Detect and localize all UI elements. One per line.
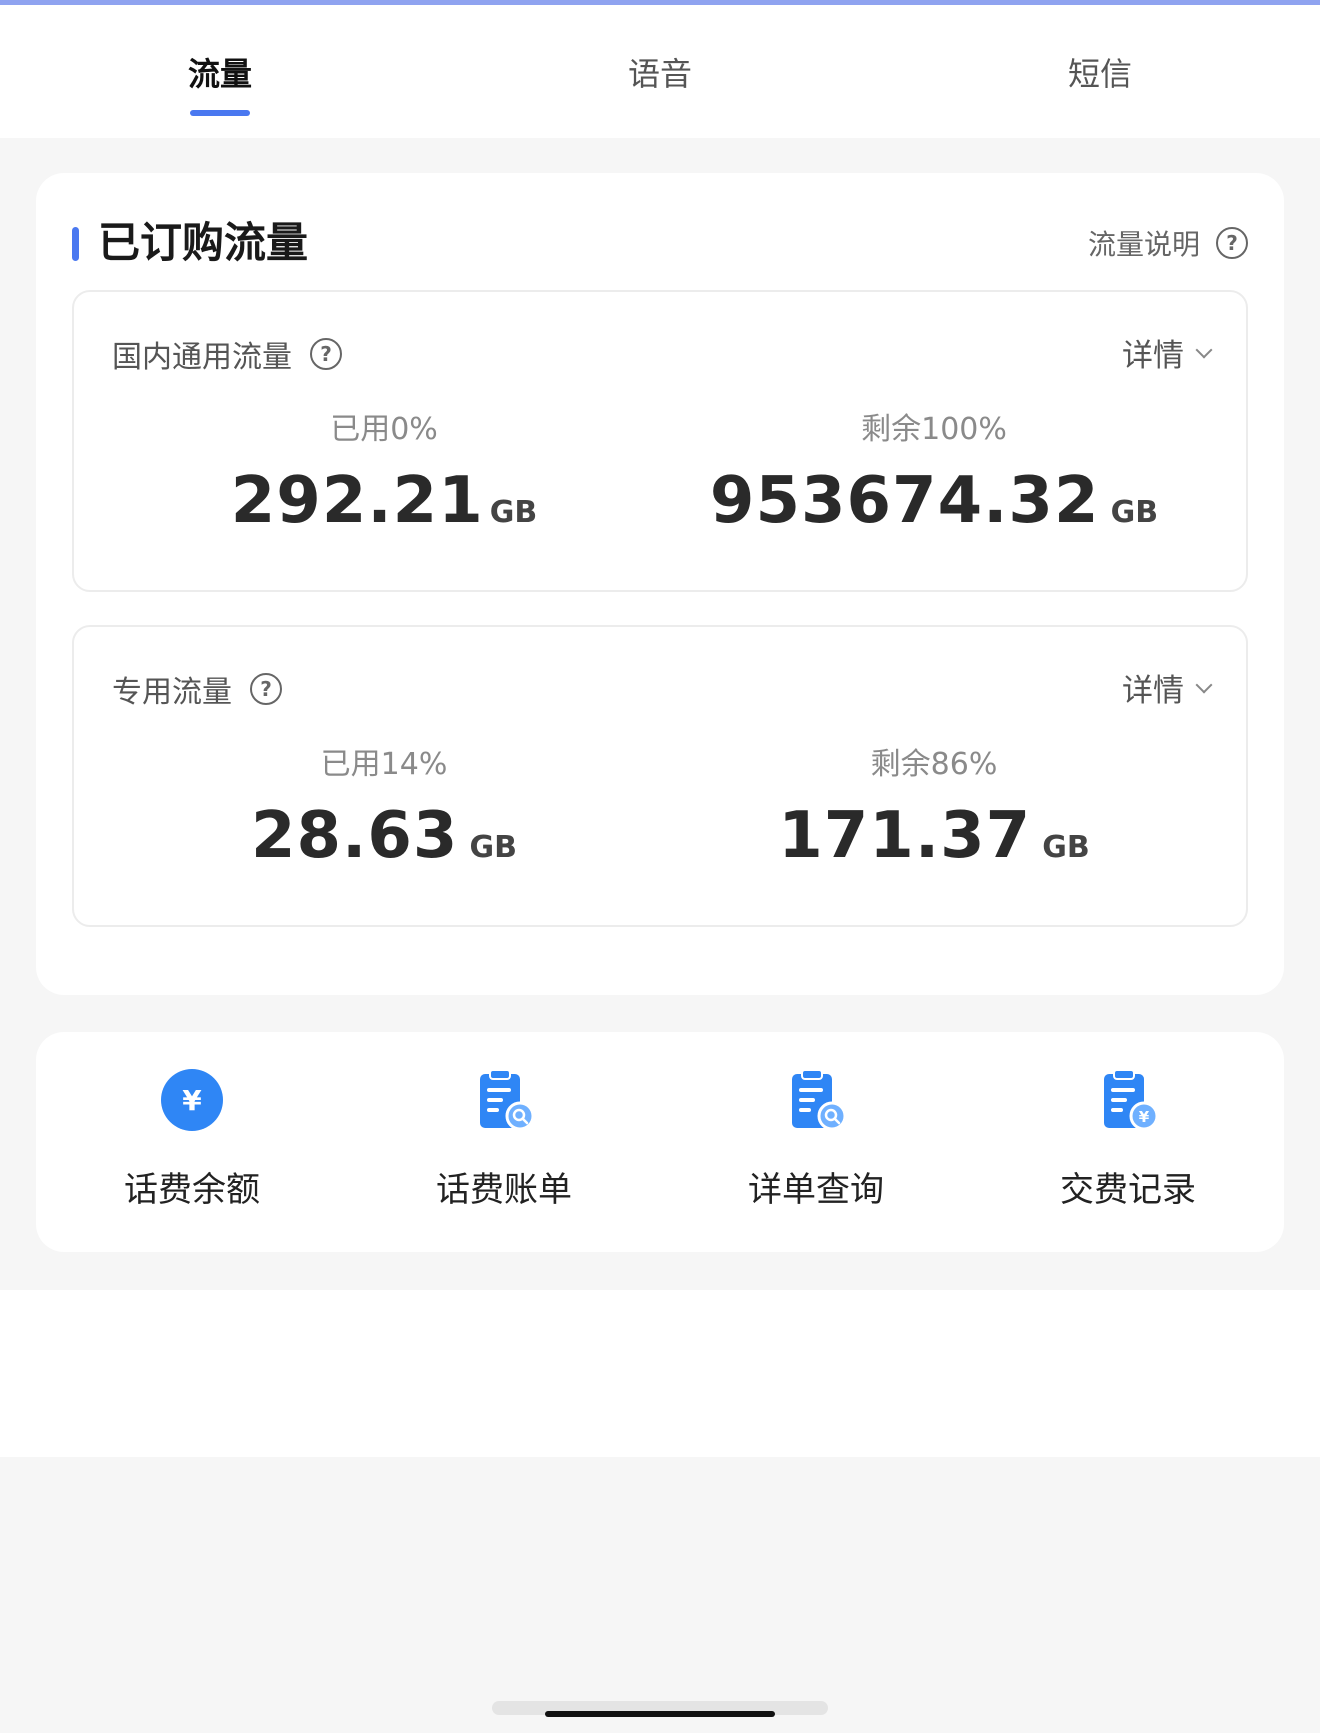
chevron-down-icon xyxy=(1195,341,1213,358)
data-explanation-label: 流量说明 xyxy=(1087,228,1200,261)
detail-search-icon xyxy=(792,1069,847,1131)
active-tab-indicator xyxy=(190,110,250,116)
package-title: 专用流量 ? xyxy=(112,667,282,711)
remaining-unit: GB xyxy=(1110,495,1159,530)
tab-label: 短信 xyxy=(1067,55,1132,93)
remaining-label: 剩余86% xyxy=(870,747,998,782)
shortcut-label: 话费余额 xyxy=(124,1170,260,1210)
used-value: 28.63 xyxy=(250,799,459,873)
detail-toggle[interactable]: 详情 xyxy=(1122,330,1213,375)
remaining-label: 剩余100% xyxy=(861,412,1007,447)
svg-text:¥: ¥ xyxy=(1139,1108,1150,1126)
remaining-value: 953674.32 xyxy=(709,464,1100,538)
used-stat: 已用0% 292.21 GB xyxy=(134,410,634,538)
package-box-domestic: 国内通用流量 ? 详情 已用0% 292.21 GB 剩余100% 953674.… xyxy=(72,290,1248,592)
tab-bar: 流量 语音 短信 xyxy=(0,5,1320,138)
yuan-circle-icon: ¥ xyxy=(161,1069,223,1131)
detail-label: 详情 xyxy=(1122,338,1184,374)
tab-label: 语音 xyxy=(627,55,692,93)
package-box-dedicated: 专用流量 ? 详情 已用14% 28.63 GB 剩余86% 171.37 GB xyxy=(72,625,1248,927)
used-value: 292.21 xyxy=(230,464,484,538)
subscribed-data-card: 已订购流量 流量说明 ? 国内通用流量 ? 详情 已用0% 292.21 GB 剩… xyxy=(36,173,1284,995)
remaining-stat: 剩余86% 171.37 GB xyxy=(684,745,1184,873)
shortcut-label: 话费账单 xyxy=(436,1170,572,1210)
question-icon[interactable]: ? xyxy=(310,338,342,370)
tab-sms[interactable]: 短信 xyxy=(880,5,1320,138)
used-label: 已用14% xyxy=(320,747,448,782)
detail-toggle[interactable]: 详情 xyxy=(1122,665,1213,710)
remaining-unit: GB xyxy=(1042,830,1090,865)
used-label: 已用0% xyxy=(330,412,438,447)
shortcut-bill[interactable]: 话费账单 xyxy=(348,1032,660,1252)
package-name: 国内通用流量 xyxy=(112,340,292,375)
bill-search-icon xyxy=(480,1069,535,1131)
shortcut-detail-query[interactable]: 详单查询 xyxy=(660,1032,972,1252)
section-title: 已订购流量 xyxy=(98,218,309,267)
shortcut-label: 交费记录 xyxy=(1060,1170,1196,1210)
package-title: 国内通用流量 ? xyxy=(112,332,342,376)
data-explanation-link[interactable]: 流量说明 ? xyxy=(1088,223,1248,263)
shortcut-balance[interactable]: ¥ 话费余额 xyxy=(36,1032,348,1252)
shortcuts-card: ¥ 话费余额 话费账单 详单查询 ¥ 交费记录 xyxy=(36,1032,1284,1252)
chevron-down-icon xyxy=(1195,676,1213,693)
svg-text:¥: ¥ xyxy=(182,1084,202,1117)
detail-label: 详情 xyxy=(1122,673,1184,709)
section-accent-bar xyxy=(72,227,79,261)
shortcut-payment-records[interactable]: ¥ 交费记录 xyxy=(972,1032,1284,1252)
shortcut-label: 详单查询 xyxy=(748,1170,884,1210)
tab-data[interactable]: 流量 xyxy=(0,5,440,138)
used-unit: GB xyxy=(489,495,538,530)
package-name: 专用流量 xyxy=(112,675,232,710)
home-indicator[interactable] xyxy=(545,1711,775,1717)
question-icon[interactable]: ? xyxy=(250,673,282,705)
payment-record-icon: ¥ xyxy=(1104,1069,1159,1131)
used-unit: GB xyxy=(469,830,518,865)
used-stat: 已用14% 28.63 GB xyxy=(134,745,634,873)
tab-label: 流量 xyxy=(187,55,252,93)
question-icon: ? xyxy=(1216,227,1248,259)
tab-voice[interactable]: 语音 xyxy=(440,5,880,138)
blank-panel xyxy=(0,1290,1320,1457)
remaining-stat: 剩余100% 953674.32 GB xyxy=(684,410,1184,538)
section-header: 已订购流量 流量说明 ? xyxy=(72,215,1248,275)
remaining-value: 171.37 xyxy=(778,799,1032,873)
